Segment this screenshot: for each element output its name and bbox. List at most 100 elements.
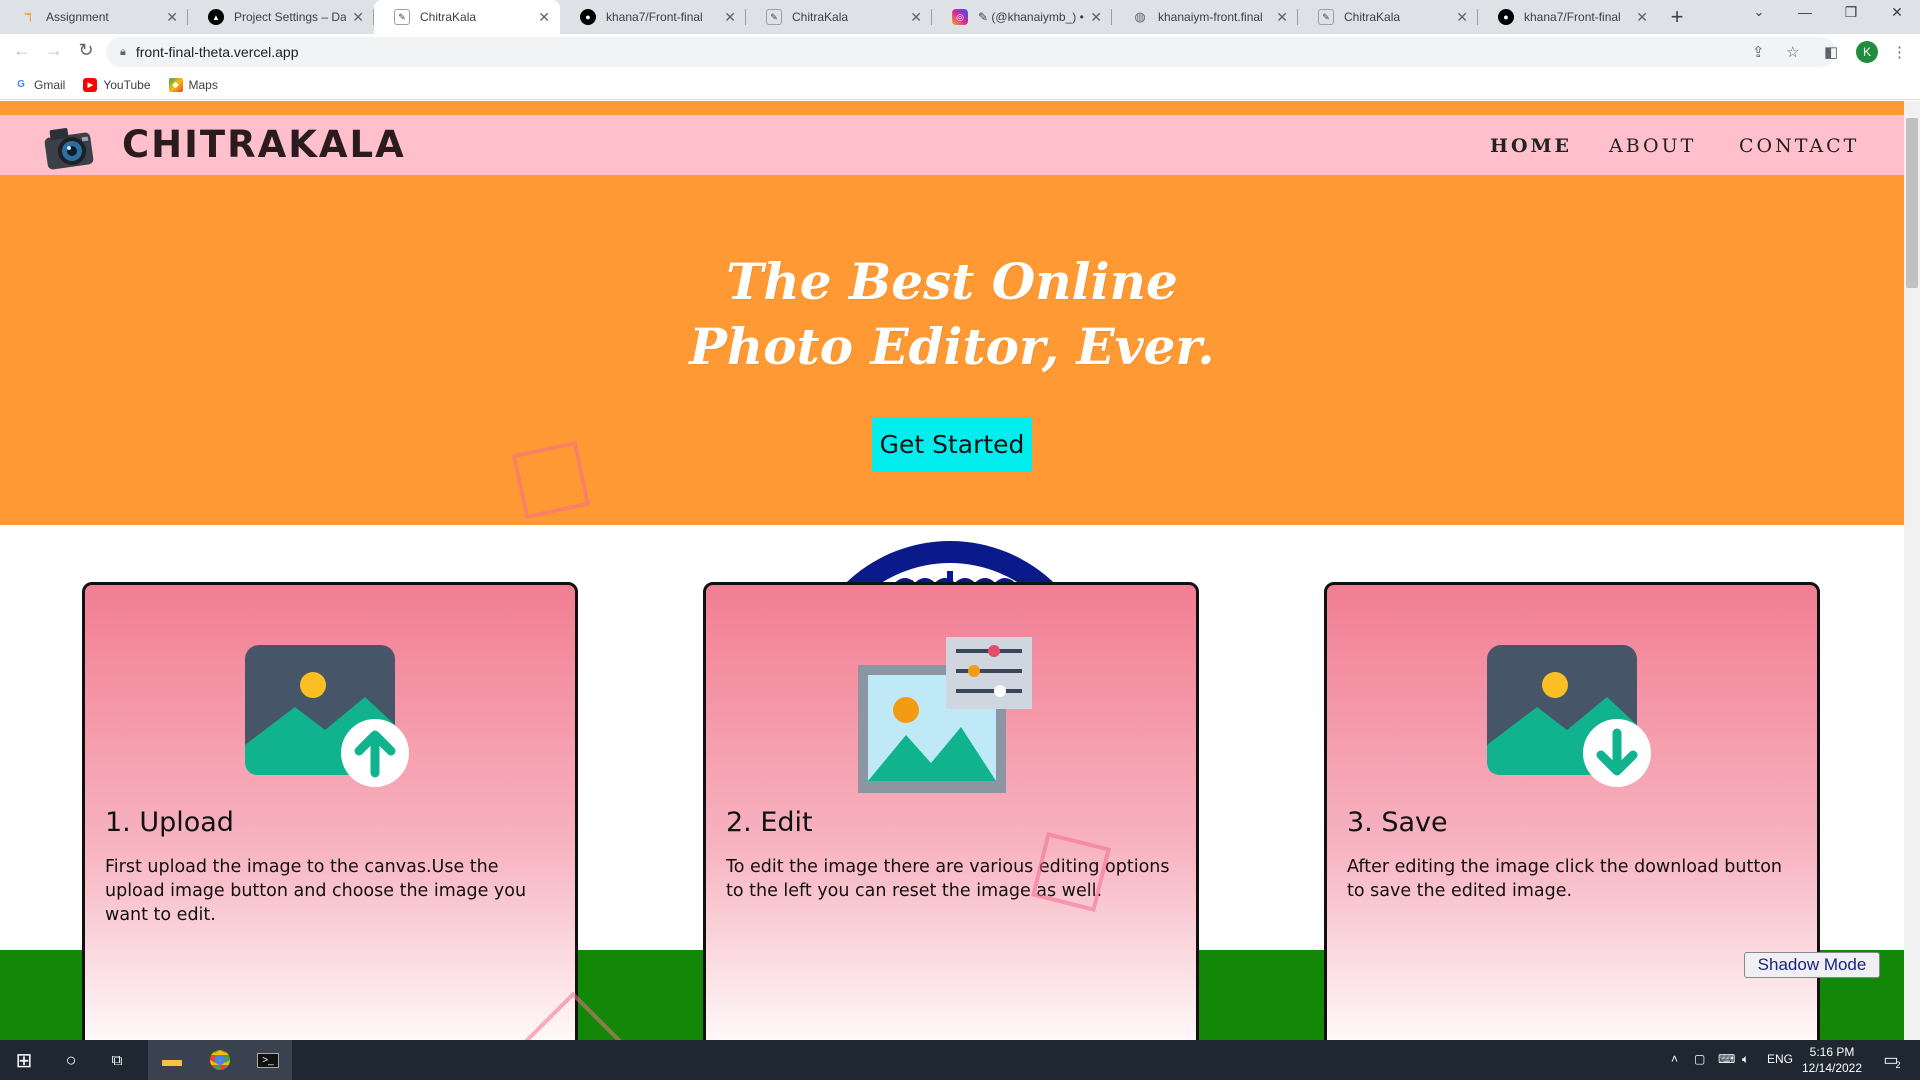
- card-title: 1. Upload: [105, 807, 234, 838]
- new-tab-button[interactable]: +: [1664, 4, 1690, 30]
- nav-about-link[interactable]: ABOUT: [1609, 135, 1696, 157]
- system-clock[interactable]: 5:16 PM 12/14/2022: [1792, 1044, 1872, 1076]
- browser-tab[interactable]: ℸ Assignment ✕: [0, 0, 188, 34]
- nav-home-link[interactable]: HOME: [1490, 135, 1572, 157]
- terminal-icon[interactable]: >_: [244, 1040, 292, 1080]
- bookmark-label: Maps: [188, 77, 218, 92]
- image-upload-icon: [245, 645, 409, 787]
- tab-search-button[interactable]: ⌄: [1736, 4, 1782, 20]
- page-icon: ✎: [1318, 9, 1334, 25]
- language-indicator[interactable]: ENG: [1767, 1052, 1793, 1066]
- address-text[interactable]: front-final-theta.vercel.app: [136, 44, 299, 60]
- browser-tab[interactable]: ✎ ChitraKala ✕: [1298, 0, 1478, 34]
- share-icon[interactable]: ⇪: [1752, 43, 1765, 61]
- windows-start-icon[interactable]: ⊞: [0, 1040, 48, 1080]
- task-view-icon[interactable]: ⧉: [94, 1040, 140, 1080]
- tab-title: khana7/Front-final: [606, 10, 703, 24]
- browser-toolbar: ← → ↻ 🔒︎ front-final-theta.vercel.app ⇪ …: [0, 34, 1920, 70]
- card-title: 3. Save: [1347, 807, 1448, 838]
- close-icon[interactable]: ✕: [352, 9, 364, 26]
- hero-title-line-1: The Best Online: [726, 252, 1178, 311]
- browser-tab[interactable]: ● khana7/Front-final ✕: [560, 0, 746, 34]
- step-card-upload: 1. Upload First upload the image to the …: [82, 582, 578, 1040]
- minimize-button[interactable]: —: [1782, 4, 1828, 20]
- search-icon[interactable]: ○: [48, 1040, 94, 1080]
- close-icon[interactable]: ✕: [538, 9, 550, 26]
- vercel-icon: ▲: [208, 9, 224, 25]
- bookmark-gmail[interactable]: G Gmail: [14, 78, 65, 92]
- profile-avatar[interactable]: K: [1856, 41, 1878, 63]
- bookmark-maps[interactable]: ◆ Maps: [168, 77, 218, 92]
- close-icon[interactable]: ✕: [724, 9, 736, 26]
- bookmark-youtube[interactable]: ▶ YouTube: [83, 77, 151, 92]
- close-icon[interactable]: ✕: [1276, 9, 1288, 26]
- tab-title: Project Settings – Dash: [234, 10, 347, 24]
- windows-taskbar: ⊞ ○ ⧉ ▬ >_ ˄ ▢ ⌨ 🔈︎ ENG 5:16 PM 12/14/20…: [0, 1040, 1920, 1080]
- page-icon: ✎: [766, 9, 782, 25]
- bookmark-label: Gmail: [34, 77, 66, 92]
- close-icon[interactable]: ✕: [1636, 9, 1648, 26]
- side-panel-icon[interactable]: ◧: [1824, 43, 1838, 61]
- tab-title: Assignment: [46, 10, 109, 24]
- browser-tab[interactable]: ● khana7/Front-final ✕: [1478, 0, 1658, 34]
- back-button[interactable]: ←: [10, 40, 34, 61]
- device-icon[interactable]: ▢: [1694, 1052, 1705, 1066]
- close-icon[interactable]: ✕: [910, 9, 922, 26]
- notification-icon[interactable]: ▭ 2: [1872, 1040, 1912, 1080]
- clock-date: 12/14/2022: [1801, 1061, 1863, 1075]
- bookmark-star-icon[interactable]: ☆: [1786, 43, 1799, 61]
- image-edit-icon: [858, 637, 1032, 793]
- google-icon: G: [17, 79, 25, 90]
- tab-title: ChitraKala: [420, 10, 477, 24]
- browser-tab[interactable]: ◍ khanaiym-front.final ✕: [1112, 0, 1298, 34]
- card-text: To edit the image there are various edit…: [726, 857, 1170, 901]
- forward-button[interactable]: →: [42, 40, 66, 61]
- chrome-icon[interactable]: [196, 1040, 244, 1080]
- card-text: First upload the image to the canvas.Use…: [105, 857, 527, 925]
- get-started-button[interactable]: Get Started: [872, 417, 1032, 472]
- bookmark-label: YouTube: [103, 77, 151, 92]
- github-icon: ●: [580, 9, 596, 25]
- network-icon[interactable]: ⌨: [1718, 1052, 1735, 1066]
- browser-tab-active[interactable]: ✎ ChitraKala ✕: [374, 0, 560, 34]
- hero-section: The Best Online Photo Editor, Ever. Get …: [0, 175, 1904, 525]
- menu-dots-icon[interactable]: ⋮: [1892, 43, 1907, 61]
- file-explorer-icon[interactable]: ▬: [148, 1040, 196, 1080]
- decorative-square: [511, 440, 591, 520]
- step-card-edit: 2. Edit To edit the image there are vari…: [703, 582, 1199, 1040]
- lock-icon: 🔒︎: [120, 45, 126, 58]
- image-download-icon: [1487, 645, 1651, 787]
- web-page: CHITRAKALA HOME ABOUT CONTACT The Best O…: [0, 101, 1904, 1040]
- nav-contact-link[interactable]: CONTACT: [1739, 135, 1859, 157]
- camera-logo-icon[interactable]: [42, 121, 100, 173]
- close-icon[interactable]: ✕: [1456, 9, 1468, 26]
- browser-tab[interactable]: ✎ ChitraKala ✕: [746, 0, 932, 34]
- instagram-icon: ◎: [952, 9, 968, 25]
- card-text: After editing the image click the downlo…: [1347, 857, 1783, 901]
- shadow-mode-button[interactable]: Shadow Mode: [1744, 952, 1880, 978]
- address-bar[interactable]: 🔒︎ front-final-theta.vercel.app: [106, 37, 1836, 67]
- globe-icon: ◍: [1134, 9, 1146, 24]
- top-stripe: [0, 101, 1904, 115]
- browser-tab[interactable]: ▲ Project Settings – Dash ✕: [188, 0, 374, 34]
- card-title: 2. Edit: [726, 807, 813, 838]
- hero-title: The Best Online Photo Editor, Ever.: [0, 249, 1904, 379]
- volume-icon[interactable]: 🔈︎: [1742, 1052, 1749, 1067]
- notification-count: 2: [1895, 1060, 1901, 1070]
- clock-time: 5:16 PM: [1809, 1045, 1855, 1059]
- close-icon[interactable]: ✕: [1090, 9, 1102, 26]
- tab-title: khanaiym-front.final: [1158, 10, 1263, 24]
- hero-title-line-2: Photo Editor, Ever.: [689, 317, 1215, 376]
- restore-button[interactable]: ❐: [1828, 4, 1874, 21]
- close-icon[interactable]: ✕: [166, 9, 178, 26]
- scrollbar-thumb[interactable]: [1906, 118, 1918, 288]
- brand-name[interactable]: CHITRAKALA: [122, 123, 406, 166]
- browser-tab[interactable]: ◎ ✎ (@khanaiymb_) • I ✕: [932, 0, 1112, 34]
- show-hidden-icons[interactable]: ˄: [1671, 1052, 1678, 1066]
- tab-title: ChitraKala: [1344, 10, 1401, 24]
- reload-button[interactable]: ↻: [74, 40, 98, 61]
- doc-icon: ℸ: [24, 11, 32, 24]
- close-window-button[interactable]: ✕: [1874, 4, 1920, 21]
- site-navbar: CHITRAKALA HOME ABOUT CONTACT: [0, 115, 1904, 175]
- youtube-icon: ▶: [83, 77, 98, 92]
